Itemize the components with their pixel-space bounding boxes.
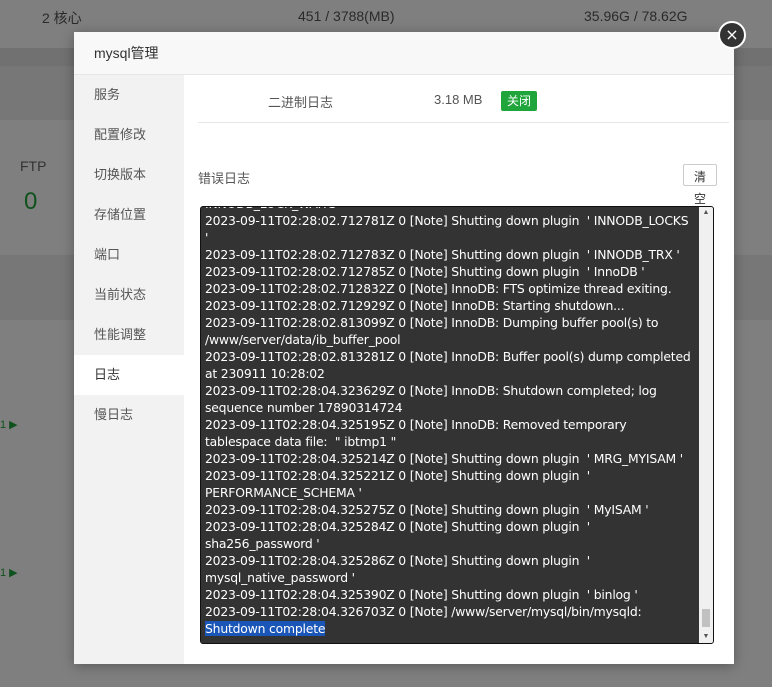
log-line: 2023-09-11T02:28:04.325390Z 0 [Note] Shu… [205, 587, 638, 602]
dialog-header: mysql管理 [74, 32, 734, 75]
scroll-down-icon[interactable]: ▼ [699, 631, 713, 643]
binlog-size: 3.18 MB [434, 92, 483, 107]
log-line: 2023-09-11T02:28:02.813099Z 0 [Note] Inn… [205, 315, 662, 347]
log-line-last: 2023-09-11T02:28:04.326703Z 0 [Note] /ww… [205, 603, 693, 637]
log-panel: 二进制日志 3.18 MB 关闭 错误日志 清空 2023-09-11T02:2… [184, 75, 734, 664]
log-line: 2023-09-11T02:28:02.712929Z 0 [Note] Inn… [205, 298, 625, 313]
log-line: 2023-09-11T02:28:04.325284Z 0 [Note] Shu… [205, 519, 594, 551]
log-content: 2023-09-11T02:28:02.712777Z 0 [Note] Shu… [205, 207, 695, 637]
log-line: 2023-09-11T02:28:02.712785Z 0 [Note] Shu… [205, 264, 645, 279]
sidebar-item-7[interactable]: 日志 [74, 355, 184, 395]
clear-log-button[interactable]: 清空 [683, 164, 717, 206]
error-log-title: 错误日志 [198, 171, 251, 186]
log-scrollbar[interactable]: ▲ ▼ [699, 207, 713, 643]
binlog-row: 二进制日志 3.18 MB 关闭 [198, 75, 729, 123]
log-line: 2023-09-11T02:28:02.712783Z 0 [Note] Shu… [205, 247, 680, 262]
dialog-title: mysql管理 [94, 45, 159, 61]
close-icon[interactable]: × [718, 21, 746, 49]
mysql-manager-dialog: mysql管理 服务 配置修改 切换版本 存储位置 端口 当前状态 性能调整 日志 慢日志 二进… [74, 32, 734, 664]
log-line: 2023-09-11T02:28:04.325195Z 0 [Note] Inn… [205, 417, 631, 449]
log-line: 2023-09-11T02:28:04.325214Z 0 [Note] Shu… [205, 451, 683, 466]
sidebar-item-3[interactable]: 存储位置 [74, 195, 184, 235]
sidebar: 服务 配置修改 切换版本 存储位置 端口 当前状态 性能调整 日志 慢日志 [74, 75, 184, 664]
error-log-textarea[interactable]: 2023-09-11T02:28:02.712777Z 0 [Note] Shu… [200, 206, 714, 644]
scroll-up-icon[interactable]: ▲ [699, 207, 713, 219]
scroll-thumb[interactable] [702, 609, 710, 627]
sidebar-item-0[interactable]: 服务 [74, 75, 184, 115]
log-line: 2023-09-11T02:28:04.323629Z 0 [Note] Inn… [205, 383, 661, 415]
log-line: 2023-09-11T02:28:04.325286Z 0 [Note] Shu… [205, 553, 594, 585]
sidebar-item-8[interactable]: 慢日志 [74, 395, 184, 435]
sidebar-item-6[interactable]: 性能调整 [74, 315, 184, 355]
log-line-prefix: 2023-09-11T02:28:04.326703Z 0 [Note] /ww… [205, 604, 646, 619]
log-line: 2023-09-11T02:28:02.712781Z 0 [Note] Shu… [205, 213, 693, 245]
log-line: 2023-09-11T02:28:04.325275Z 0 [Note] Shu… [205, 502, 649, 517]
selected-text: Shutdown complete [205, 621, 326, 636]
binlog-label: 二进制日志 [268, 95, 334, 110]
log-line: 2023-09-11T02:28:02.813281Z 0 [Note] Inn… [205, 349, 695, 381]
log-line: 2023-09-11T02:28:04.325221Z 0 [Note] Shu… [205, 468, 594, 500]
sidebar-item-5[interactable]: 当前状态 [74, 275, 184, 315]
binlog-toggle-button[interactable]: 关闭 [501, 91, 538, 111]
sidebar-item-4[interactable]: 端口 [74, 235, 184, 275]
sidebar-item-2[interactable]: 切换版本 [74, 155, 184, 195]
sidebar-item-1[interactable]: 配置修改 [74, 115, 184, 155]
log-line: 2023-09-11T02:28:02.712832Z 0 [Note] Inn… [205, 281, 672, 296]
